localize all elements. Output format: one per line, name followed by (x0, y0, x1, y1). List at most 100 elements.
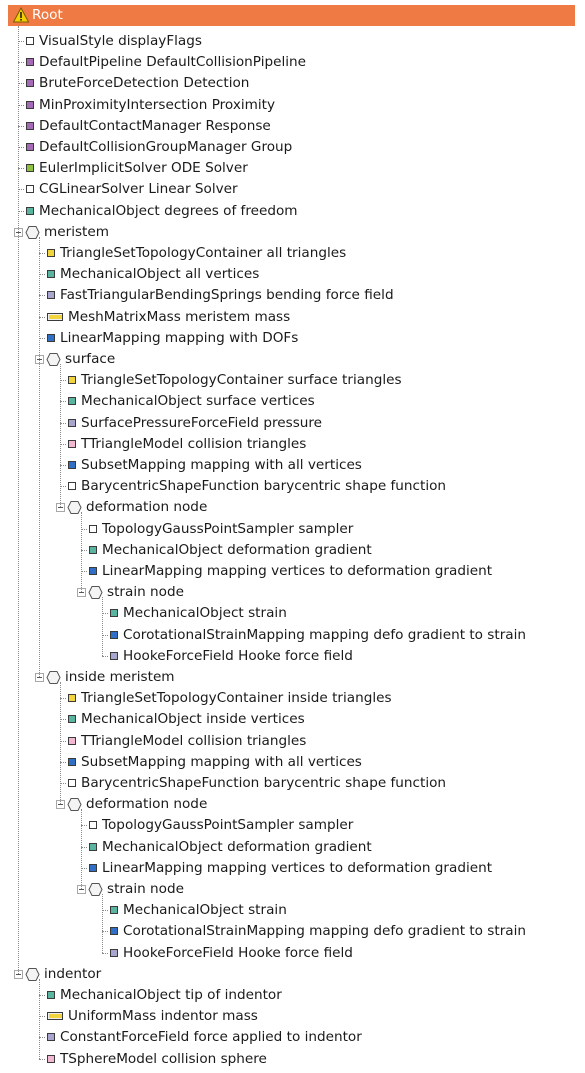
tree-node-meristem[interactable]: meristem (0, 222, 585, 243)
tree-item-mechanicalobject-tip-of-indentor[interactable]: MechanicalObject tip of indentor (0, 985, 585, 1006)
pink-component-icon (47, 1055, 55, 1063)
tree-item-subsetmapping-mapping-with-all-vertices[interactable]: SubsetMapping mapping with all vertices (0, 455, 585, 476)
tree-item-trianglesettopologycontainer-surface-triangles[interactable]: TriangleSetTopologyContainer surface tri… (0, 370, 585, 391)
lavender-component-icon (68, 419, 76, 427)
tree-branch-line (39, 1059, 45, 1060)
component-type: MechanicalObject (102, 839, 223, 855)
teal-component-icon (89, 546, 97, 554)
blue-component-icon (110, 631, 118, 639)
tree-item-trianglesettopologycontainer-all-triangles[interactable]: TriangleSetTopologyContainer all triangl… (0, 243, 585, 264)
tree-node-strain-node[interactable]: strain node (0, 582, 585, 603)
tree-item-mechanicalobject-strain[interactable]: MechanicalObject strain (0, 603, 585, 624)
tree-item-defaultpipeline-defaultcollisionpipeline[interactable]: DefaultPipeline DefaultCollisionPipeline (0, 52, 585, 73)
tree-item-barycentricshapefunction-barycentric-shape-function[interactable]: BarycentricShapeFunction barycentric sha… (0, 476, 585, 497)
tree-node-surface[interactable]: surface (0, 349, 585, 370)
tree-item-linearmapping-mapping-with-dofs[interactable]: LinearMapping mapping with DOFs (0, 328, 585, 349)
purple-component-icon (26, 58, 34, 66)
tree-item-cglinearsolver-linear-solver[interactable]: CGLinearSolver Linear Solver (0, 179, 585, 200)
tree-item-subsetmapping-mapping-with-all-vertices[interactable]: SubsetMapping mapping with all vertices (0, 752, 585, 773)
tree-root-row[interactable]: Root (8, 5, 575, 26)
component-name: bending force field (266, 287, 394, 303)
white-component-icon (68, 482, 76, 490)
component-label: DefaultCollisionGroupManager Group (39, 137, 292, 158)
node-label: strain node (107, 881, 184, 897)
tree-item-fasttriangularbendingsprings-bending-force-field[interactable]: FastTriangularBendingSprings bending for… (0, 285, 585, 306)
tree-item-meshmatrixmass-meristem-mass[interactable]: MeshMatrixMass meristem mass (0, 307, 585, 328)
tree-node-indentor[interactable]: indentor (0, 964, 585, 985)
component-label: TriangleSetTopologyContainer surface tri… (81, 370, 402, 391)
component-name: mapping defo gradient to strain (309, 923, 527, 939)
component-name: mapping vertices to deformation gradient (206, 860, 493, 876)
tree-item-tspheremodel-collision-sphere[interactable]: TSphereModel collision sphere (0, 1049, 585, 1070)
teal-component-icon (47, 991, 55, 999)
tree-item-eulerimplicitsolver-ode-solver[interactable]: EulerImplicitSolver ODE Solver (0, 158, 585, 179)
component-name: strain (248, 902, 287, 918)
mass-icon-fill (49, 315, 62, 319)
tree-item-visualstyle-displayflags[interactable]: VisualStyle displayFlags (0, 31, 585, 52)
tree-item-linearmapping-mapping-vertices-to-deformation-gradient[interactable]: LinearMapping mapping vertices to deform… (0, 858, 585, 879)
tree-item-topologygausspointsampler-sampler[interactable]: TopologyGaussPointSampler sampler (0, 519, 585, 540)
tree-item-mechanicalobject-inside-vertices[interactable]: MechanicalObject inside vertices (0, 709, 585, 730)
tree-item-defaultcontactmanager-response[interactable]: DefaultContactManager Response (0, 116, 585, 137)
tree-item-defaultcollisiongroupmanager-group[interactable]: DefaultCollisionGroupManager Group (0, 137, 585, 158)
purple-component-icon (26, 101, 34, 109)
teal-component-icon (110, 609, 118, 617)
tree-item-ttrianglemodel-collision-triangles[interactable]: TTriangleModel collision triangles (0, 434, 585, 455)
component-label: EulerImplicitSolver ODE Solver (39, 158, 248, 179)
tree-item-corotationalstrainmapping-mapping-defo-gradient-to-strain[interactable]: CorotationalStrainMapping mapping defo g… (0, 625, 585, 646)
white-component-icon (89, 525, 97, 533)
component-name: surface triangles (287, 372, 402, 388)
component-label: VisualStyle displayFlags (39, 31, 202, 52)
component-type: LinearMapping (102, 563, 203, 579)
component-name: inside triangles (287, 690, 392, 706)
tree-item-hookeforcefield-hooke-force-field[interactable]: HookeForceField Hooke force field (0, 646, 585, 667)
component-type: EulerImplicitSolver (39, 160, 167, 176)
component-name: Hooke force field (238, 648, 353, 664)
tree-node-strain-node[interactable]: strain node (0, 879, 585, 900)
component-label: UniformMass indentor mass (68, 1006, 258, 1027)
white-component-icon (26, 37, 34, 45)
tree-item-constantforcefield-force-applied-to-indentor[interactable]: ConstantForceField force applied to inde… (0, 1027, 585, 1048)
tree-item-topologygausspointsampler-sampler[interactable]: TopologyGaussPointSampler sampler (0, 815, 585, 836)
tree-item-trianglesettopologycontainer-inside-triangles[interactable]: TriangleSetTopologyContainer inside tria… (0, 688, 585, 709)
tree-item-mechanicalobject-all-vertices[interactable]: MechanicalObject all vertices (0, 264, 585, 285)
component-label: SubsetMapping mapping with all vertices (81, 455, 362, 476)
teal-component-icon (26, 207, 34, 215)
tree-item-linearmapping-mapping-vertices-to-deformation-gradient[interactable]: LinearMapping mapping vertices to deform… (0, 561, 585, 582)
component-name: sampler (298, 521, 354, 537)
component-name: barycentric shape function (263, 478, 447, 494)
component-name: pressure (263, 415, 323, 431)
component-type: TSphereModel (60, 1051, 158, 1067)
component-name: mapping defo gradient to strain (309, 627, 527, 643)
component-name: displayFlags (118, 33, 202, 49)
component-label: MechanicalObject inside vertices (81, 709, 305, 730)
tree-node-deformation-node[interactable]: deformation node (0, 794, 585, 815)
tree-item-barycentricshapefunction-barycentric-shape-function[interactable]: BarycentricShapeFunction barycentric sha… (0, 773, 585, 794)
tree-node-inside-meristem[interactable]: inside meristem (0, 667, 585, 688)
tree-item-minproximityintersection-proximity[interactable]: MinProximityIntersection Proximity (0, 95, 585, 116)
tree-item-mechanicalobject-deformation-gradient[interactable]: MechanicalObject deformation gradient (0, 540, 585, 561)
tree-item-hookeforcefield-hooke-force-field[interactable]: HookeForceField Hooke force field (0, 943, 585, 964)
tree-item-mechanicalobject-strain[interactable]: MechanicalObject strain (0, 900, 585, 921)
component-label: CGLinearSolver Linear Solver (39, 179, 238, 200)
tree-item-mechanicalobject-deformation-gradient[interactable]: MechanicalObject deformation gradient (0, 837, 585, 858)
lavender-component-icon (110, 949, 118, 957)
tree-item-bruteforcedetection-detection[interactable]: BruteForceDetection Detection (0, 73, 585, 94)
tree-item-uniformmass-indentor-mass[interactable]: UniformMass indentor mass (0, 1006, 585, 1027)
tree-branch-line (81, 809, 82, 889)
tree-node-deformation-node[interactable]: deformation node (0, 497, 585, 518)
blue-component-icon (68, 758, 76, 766)
component-name: collision triangles (187, 733, 307, 749)
component-type: TriangleSetTopologyContainer (81, 690, 284, 706)
tree-item-mechanicalobject-degrees-of-freedom[interactable]: MechanicalObject degrees of freedom (0, 201, 585, 222)
tree-item-mechanicalobject-surface-vertices[interactable]: MechanicalObject surface vertices (0, 391, 585, 412)
tree-item-surfacepressureforcefield-pressure[interactable]: SurfacePressureForceField pressure (0, 413, 585, 434)
purple-component-icon (26, 143, 34, 151)
tree-item-ttrianglemodel-collision-triangles[interactable]: TTriangleModel collision triangles (0, 731, 585, 752)
white-component-icon (68, 779, 76, 787)
tree-item-corotationalstrainmapping-mapping-defo-gradient-to-strain[interactable]: CorotationalStrainMapping mapping defo g… (0, 921, 585, 942)
node-hexagon-icon (46, 671, 61, 684)
component-type: CorotationalStrainMapping (123, 923, 305, 939)
component-label: TopologyGaussPointSampler sampler (102, 815, 353, 836)
component-name: Hooke force field (238, 945, 353, 961)
